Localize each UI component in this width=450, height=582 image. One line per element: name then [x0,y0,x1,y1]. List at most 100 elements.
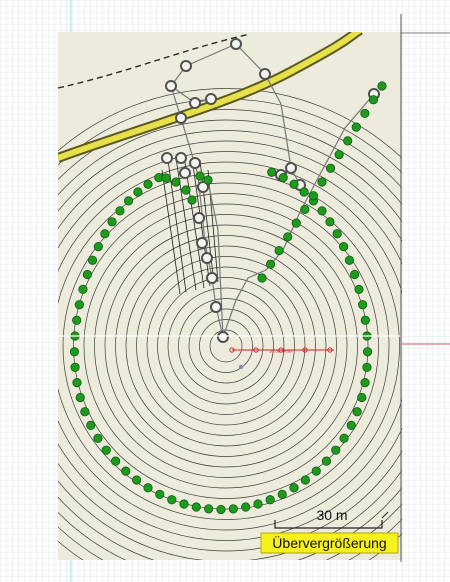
green-marker [308,191,319,201]
green-marker [123,196,134,206]
green-marker [267,167,277,177]
survey-map[interactable]: 10.30 Meter 30 m Übervergrößerung [0,0,450,582]
open-marker [189,97,201,109]
exaggeration-badge[interactable]: Übervergrößerung [260,532,399,554]
green-marker [325,217,335,227]
green-marker [70,362,80,372]
green-marker [317,206,327,216]
green-marker [321,456,332,466]
green-marker [350,269,360,280]
green-marker [351,122,361,132]
green-marker [72,315,82,325]
green-marker [331,445,341,455]
green-marker [368,95,379,105]
open-marker [180,60,192,72]
green-marker [187,195,197,205]
measure-label: 10.30 Meter [269,349,294,354]
green-marker [265,495,275,505]
green-marker [87,255,98,265]
green-marker [317,177,327,187]
green-marker [352,407,362,417]
green-marker [343,136,353,146]
green-marker [300,475,310,485]
green-marker [171,177,181,187]
green-marker [143,483,153,493]
open-marker [175,152,187,164]
green-marker [107,217,117,227]
green-marker [325,163,336,173]
green-marker [277,489,287,499]
green-marker [228,504,238,514]
green-marker [115,206,125,216]
open-marker [259,68,271,80]
green-marker [100,229,110,239]
open-marker [210,301,222,313]
green-marker [362,362,372,372]
exaggeration-label: Übervergrößerung [272,534,386,551]
map-viewport[interactable]: 10.30 Meter 30 m Übervergrößerung [0,0,450,582]
open-marker [230,38,242,50]
green-marker [289,483,299,493]
green-marker [344,255,355,265]
green-marker [155,489,165,499]
green-marker [253,499,263,509]
green-marker [121,466,131,476]
green-marker [191,502,201,512]
green-marker [311,466,321,476]
green-marker [181,185,191,195]
green-marker [360,108,370,119]
green-marker [204,504,214,514]
open-marker [285,162,297,174]
green-marker [110,456,121,466]
green-marker [241,502,251,512]
green-marker [265,259,276,269]
green-marker [339,242,349,252]
green-marker [283,232,293,242]
open-marker [217,331,229,343]
open-marker [175,112,187,124]
green-marker [360,378,370,388]
green-marker [358,300,368,310]
green-marker [167,495,177,505]
green-marker [339,433,349,443]
green-marker [72,378,82,388]
green-marker [143,179,153,189]
green-marker [86,420,96,430]
green-marker [69,347,80,357]
open-marker [196,237,208,249]
green-marker [82,269,92,280]
green-marker [274,245,284,256]
green-marker [334,149,344,160]
green-marker [216,504,226,515]
open-marker [189,157,201,169]
green-marker [257,273,267,283]
green-marker [101,445,111,455]
green-marker [195,171,205,181]
center-point-icon [238,364,244,370]
green-marker [299,187,309,197]
green-marker [289,179,299,189]
green-marker [357,392,367,403]
green-marker [179,499,189,509]
green-marker [75,392,85,403]
open-marker [205,93,217,105]
green-marker [78,284,88,294]
green-marker [332,229,342,239]
green-marker [278,173,288,183]
open-marker [161,152,173,164]
green-marker [354,284,364,294]
green-marker [161,173,171,183]
open-marker [179,167,191,179]
green-marker [74,300,84,310]
green-marker [132,475,142,485]
open-marker [165,80,177,92]
green-marker [133,187,143,197]
scale-bar-label: 30 m [316,507,347,523]
green-marker [93,433,103,443]
green-marker [300,204,310,215]
green-marker [203,175,213,185]
green-marker [80,407,90,417]
green-marker [362,347,373,357]
open-marker [201,252,213,264]
green-marker [346,420,356,430]
